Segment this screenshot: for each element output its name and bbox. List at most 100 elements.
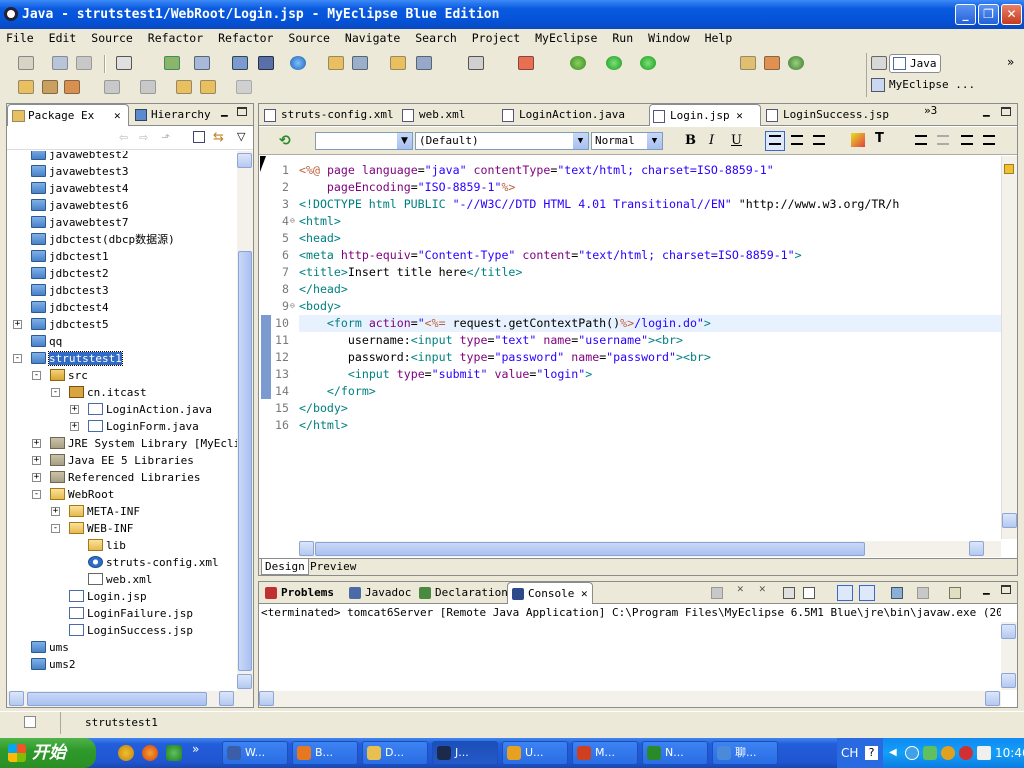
bottom-tab[interactable]: Console ✕ xyxy=(507,582,593,604)
language-indicator[interactable]: CH xyxy=(841,738,858,768)
pin-console-icon[interactable] xyxy=(891,587,903,599)
tree-item[interactable]: JRE System Library [MyEclips xyxy=(50,435,237,452)
debug-icon[interactable] xyxy=(570,56,586,70)
menu-window[interactable]: Window xyxy=(648,31,690,45)
tree-item[interactable]: javawebtest7 xyxy=(31,214,128,231)
prev-annotation-icon[interactable] xyxy=(140,80,156,94)
editor-scroll-down-button[interactable] xyxy=(1002,513,1017,528)
tab-hierarchy[interactable]: Hierarchy xyxy=(131,104,221,126)
menu-help[interactable]: Help xyxy=(705,31,733,45)
taskbar-window-button[interactable]: N... xyxy=(642,741,708,765)
deploy-icon[interactable] xyxy=(232,56,248,70)
underline-button[interactable]: U xyxy=(731,133,742,148)
align-center-icon[interactable] xyxy=(791,135,803,145)
menu-run[interactable]: Run xyxy=(612,31,633,45)
tree-item[interactable]: LoginForm.java xyxy=(88,418,199,435)
tree-item[interactable]: struts-config.xml xyxy=(88,554,219,571)
bottom-tab[interactable]: Javadoc xyxy=(345,582,411,604)
menu-refactor[interactable]: Refactor xyxy=(148,31,203,45)
editor-scroll-right-button[interactable] xyxy=(969,541,984,556)
scroll-down-button[interactable] xyxy=(237,674,252,689)
editor-tab[interactable]: Login.jsp ✕ xyxy=(649,104,761,126)
console-tab-close-icon[interactable]: ✕ xyxy=(574,587,588,600)
tray-app-icon[interactable] xyxy=(923,746,937,760)
expand-icon[interactable]: + xyxy=(70,405,79,414)
bottom-tab[interactable]: Declaration xyxy=(415,582,508,604)
console-scroll-up-button[interactable] xyxy=(1001,624,1016,639)
tree-item[interactable]: Java EE 5 Libraries xyxy=(50,452,194,469)
tree-item[interactable]: ums2 xyxy=(31,656,76,673)
tree-item[interactable]: jdbctest3 xyxy=(31,282,109,299)
bold-button[interactable]: B xyxy=(685,133,696,148)
collapse-icon[interactable]: - xyxy=(32,490,41,499)
tree-item[interactable]: LoginAction.java xyxy=(88,401,212,418)
new-interface-icon[interactable] xyxy=(764,56,780,70)
menu-project[interactable]: Project xyxy=(472,31,520,45)
tab-design[interactable]: Design xyxy=(261,559,309,575)
tree-item[interactable]: Login.jsp xyxy=(69,588,147,605)
tree-item[interactable]: jdbctest4 xyxy=(31,299,109,316)
remove-launch-icon[interactable]: ✕ xyxy=(737,582,744,595)
help-icon[interactable]: ? xyxy=(865,746,878,760)
show-stderr-icon[interactable] xyxy=(859,585,875,601)
tree-item[interactable]: javawebtest3 xyxy=(31,163,128,180)
camera-icon[interactable] xyxy=(468,56,484,70)
tree-item[interactable]: cn.itcast xyxy=(69,384,147,401)
taskbar-window-button[interactable]: B... xyxy=(292,741,358,765)
tree-scroll-thumb[interactable] xyxy=(238,251,252,671)
view-menu-icon[interactable]: ▽ xyxy=(237,130,245,143)
expand-icon[interactable]: + xyxy=(51,507,60,516)
tree-item[interactable]: Referenced Libraries xyxy=(50,469,200,486)
expand-icon[interactable]: + xyxy=(70,422,79,431)
scroll-lock-icon[interactable] xyxy=(803,587,815,599)
pencil-icon[interactable] xyxy=(42,80,58,94)
code-editor[interactable]: 1 <%@ page language="java" contentType="t… xyxy=(259,156,1001,534)
tree-item[interactable]: WEB-INF xyxy=(69,520,133,537)
scroll-right-button[interactable] xyxy=(219,691,234,706)
text-color-icon[interactable]: T xyxy=(875,131,884,146)
console-minimize-icon[interactable]: ▁ xyxy=(983,582,990,595)
display-console-icon[interactable] xyxy=(917,587,929,599)
console-scroll-right-button[interactable] xyxy=(985,691,1000,706)
taskbar-window-button[interactable]: 聊... xyxy=(712,741,778,765)
console-scrollbar-vertical[interactable] xyxy=(1001,622,1017,690)
tree-item[interactable]: LoginSuccess.jsp xyxy=(69,622,193,639)
tab-package-explorer[interactable]: Package Ex ✕ xyxy=(7,104,129,126)
collapse-icon[interactable]: - xyxy=(32,371,41,380)
tree-item[interactable]: META-INF xyxy=(69,503,140,520)
marker-icon[interactable] xyxy=(64,80,80,94)
start-button[interactable]: 开始 xyxy=(0,738,96,768)
editor-scrollbar-vertical[interactable] xyxy=(1001,156,1017,539)
fold-icon[interactable]: ⊖ xyxy=(290,216,295,225)
console-scroll-left-button[interactable] xyxy=(259,691,274,706)
tree-item[interactable]: javawebtest4 xyxy=(31,180,128,197)
minimize-button[interactable]: _ xyxy=(955,4,976,25)
scroll-left-button[interactable] xyxy=(9,691,24,706)
size-select[interactable]: Normal ▼ xyxy=(591,132,663,150)
network-icon[interactable] xyxy=(905,746,919,760)
messenger-icon[interactable] xyxy=(166,745,182,761)
tree-item[interactable]: javawebtest6 xyxy=(31,197,128,214)
clear-console-icon[interactable] xyxy=(783,587,795,599)
numbered-list-icon[interactable] xyxy=(961,135,973,145)
style-select[interactable]: ▼ xyxy=(315,132,413,150)
open-perspective-icon[interactable] xyxy=(871,56,887,70)
print-icon[interactable] xyxy=(76,56,92,70)
new-class-icon[interactable] xyxy=(390,56,406,70)
new-jsp-icon[interactable] xyxy=(518,56,534,70)
run-icon[interactable] xyxy=(606,56,622,70)
taskbar-window-button[interactable]: U... xyxy=(502,741,568,765)
taskbar-window-button[interactable]: W... xyxy=(222,741,288,765)
font-select[interactable]: (Default) ▼ xyxy=(415,132,589,150)
maximize-view-icon[interactable] xyxy=(237,107,247,116)
open-console-icon[interactable] xyxy=(949,587,961,599)
align-right-icon[interactable] xyxy=(813,135,825,145)
tree-scrollbar-horizontal[interactable] xyxy=(7,691,253,707)
tree-item[interactable]: qq xyxy=(31,333,62,350)
minimize-view-icon[interactable]: ▁ xyxy=(221,104,228,117)
show-stdout-icon[interactable] xyxy=(837,585,853,601)
editor-scrollbar-horizontal[interactable] xyxy=(299,541,1001,557)
menu-edit[interactable]: Edit xyxy=(49,31,77,45)
link-editor-icon[interactable]: ⇆ xyxy=(213,130,224,145)
open-folder-icon[interactable] xyxy=(328,56,344,70)
